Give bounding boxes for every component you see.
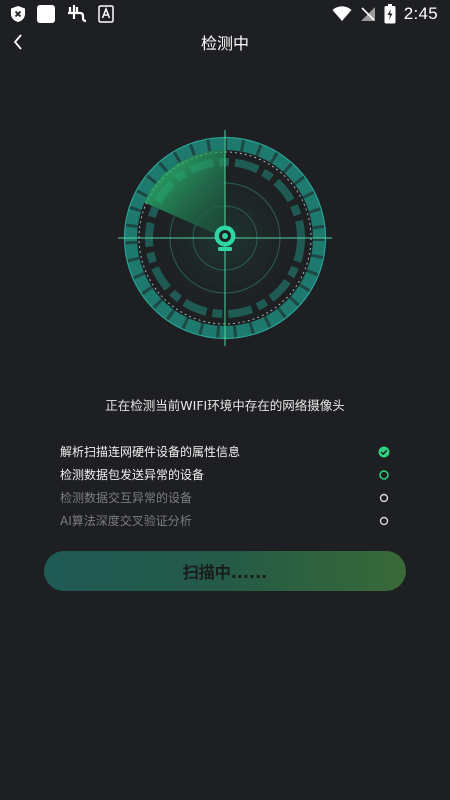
check-item-label: 检测数据交互异常的设备 (60, 491, 193, 505)
check-pending-icon (379, 493, 389, 502)
battery-charging-icon (384, 4, 396, 24)
status-bar-left (10, 4, 114, 24)
scan-description: 正在检测当前WIFI环境中存在的网络摄像头 (105, 398, 345, 413)
status-bar: 2:45 (0, 0, 450, 30)
screen: 2:45 检测中 正在检测当前WIFI环境中存在的网络摄像头 解析扫描连网硬件设… (0, 0, 450, 800)
check-running-icon (379, 469, 389, 480)
radar-scanner (118, 130, 332, 346)
check-item: 检测数据包发送异常的设备 (60, 463, 390, 486)
app-glyph-icon (68, 5, 87, 23)
status-time: 2:45 (403, 4, 438, 23)
check-item-label: 检测数据包发送异常的设备 (60, 468, 205, 482)
check-item: 检测数据交互异常的设备 (60, 486, 390, 509)
header: 检测中 (0, 28, 450, 56)
check-item: 解析扫描连网硬件设备的属性信息 (60, 440, 390, 463)
scanning-button[interactable]: 扫描中...... (44, 551, 406, 591)
status-bar-right: 2:45 (332, 4, 438, 24)
check-done-icon (378, 446, 390, 457)
check-pending-icon (379, 516, 389, 525)
check-list: 解析扫描连网硬件设备的属性信息 检测数据包发送异常的设备 检测数据交互异常的设备… (60, 440, 390, 532)
wifi-icon (332, 6, 352, 21)
scanning-button-label: 扫描中...... (182, 563, 268, 582)
check-item-label: AI算法深度交叉验证分析 (60, 514, 192, 528)
font-a-icon (98, 5, 114, 23)
white-square-icon (37, 5, 55, 23)
check-item: AI算法深度交叉验证分析 (60, 509, 390, 532)
no-signal-icon (360, 7, 375, 21)
page-title: 检测中 (200, 34, 249, 53)
shield-x-icon (11, 6, 25, 22)
check-item-label: 解析扫描连网硬件设备的属性信息 (60, 445, 241, 459)
